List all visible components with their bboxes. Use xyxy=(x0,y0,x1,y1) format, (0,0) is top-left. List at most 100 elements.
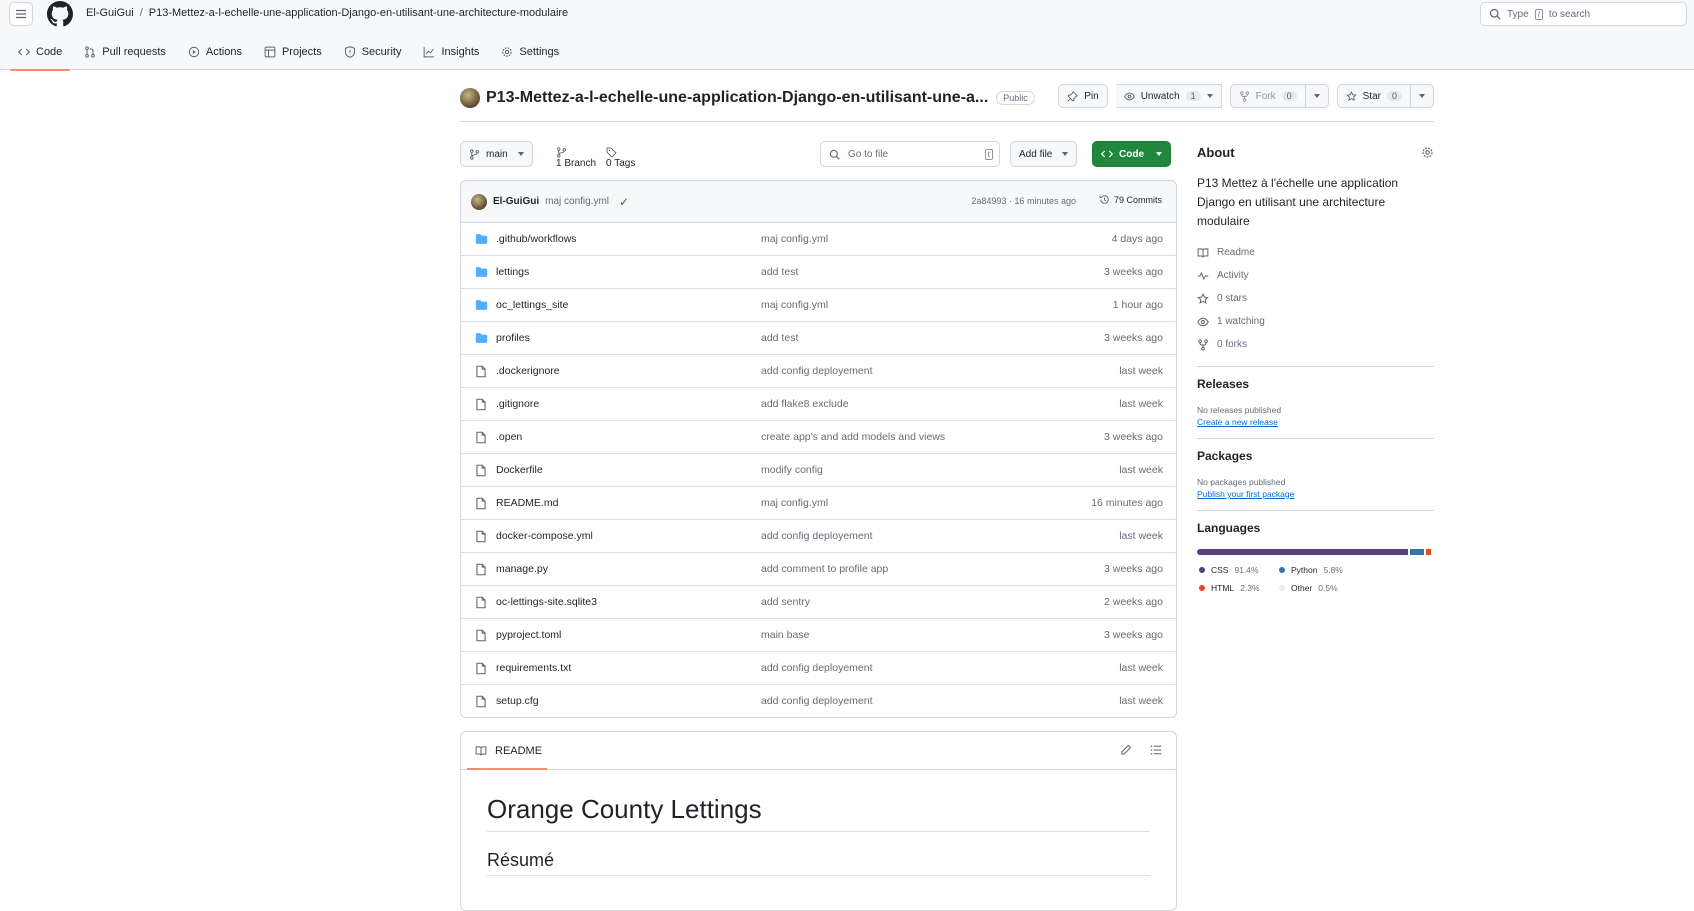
avatar[interactable] xyxy=(471,193,487,210)
file-commit-message[interactable]: add test xyxy=(761,266,798,278)
file-commit-message[interactable]: add config deployement xyxy=(761,695,873,707)
tags-link[interactable]: 0 Tags xyxy=(606,147,635,169)
language-item[interactable]: Other 0.5% xyxy=(1279,583,1359,593)
language-item[interactable]: HTML 2.3% xyxy=(1199,583,1279,593)
file-commit-message[interactable]: maj config.yml xyxy=(761,497,828,509)
owner-link[interactable]: El-GuiGui xyxy=(86,7,134,19)
github-logo-icon[interactable] xyxy=(47,1,73,27)
file-name[interactable]: requirements.txt xyxy=(496,662,571,674)
tab-security[interactable]: Security xyxy=(336,40,410,64)
commits-link[interactable]: 79 Commits xyxy=(1099,194,1162,205)
file-name[interactable]: profiles xyxy=(496,332,530,344)
table-row[interactable]: oc-lettings-site.sqlite3 add sentry 2 week… xyxy=(461,586,1176,619)
language-item[interactable]: CSS 91.4% xyxy=(1199,565,1279,575)
table-row[interactable]: pyproject.toml main base 3 weeks ago xyxy=(461,619,1176,652)
forks-link[interactable]: 0 forks xyxy=(1197,333,1434,356)
owner-avatar[interactable] xyxy=(460,88,480,108)
file-name[interactable]: .github/workflows xyxy=(496,233,577,245)
table-row[interactable]: setup.cfg add config deployement last week xyxy=(461,685,1176,717)
table-row[interactable]: profiles add test 3 weeks ago xyxy=(461,322,1176,355)
file-commit-message[interactable]: modify config xyxy=(761,464,823,476)
file-name[interactable]: docker-compose.yml xyxy=(496,530,593,542)
create-release-link[interactable]: Create a new release xyxy=(1197,417,1278,427)
table-row[interactable]: .dockerignore add config deployement last … xyxy=(461,355,1176,388)
language-item[interactable]: Python 5.8% xyxy=(1279,565,1359,575)
star-dropdown-button[interactable] xyxy=(1411,84,1434,108)
pencil-icon[interactable] xyxy=(1120,744,1132,756)
list-unordered-icon[interactable] xyxy=(1150,744,1162,756)
fork-dropdown-button[interactable] xyxy=(1305,84,1329,108)
file-name[interactable]: lettings xyxy=(496,266,529,278)
meta-label: 0 forks xyxy=(1217,339,1248,350)
graph-icon xyxy=(424,47,435,58)
table-row[interactable]: .github/workflows maj config.yml 4 days ag… xyxy=(461,223,1176,256)
tab-actions[interactable]: Actions xyxy=(180,40,250,64)
table-row[interactable]: requirements.txt add config deployement la… xyxy=(461,652,1176,685)
commit-message[interactable]: maj config.yml xyxy=(545,196,609,207)
file-commit-message[interactable]: add config deployement xyxy=(761,530,873,542)
refs-summary: 1 Branch 0 Tags xyxy=(556,147,635,169)
file-commit-message[interactable]: maj config.yml xyxy=(761,299,828,311)
stars-link[interactable]: 0 stars xyxy=(1197,287,1434,310)
tab-pull-requests[interactable]: Pull requests xyxy=(76,40,174,64)
repo-link[interactable]: P13-Mettez-a-l-echelle-une-application-D… xyxy=(149,7,568,19)
watchers-link[interactable]: 1 watching xyxy=(1197,310,1434,333)
add-file-button[interactable]: Add file xyxy=(1010,141,1078,167)
tab-settings[interactable]: Settings xyxy=(493,40,567,64)
file-name[interactable]: Dockerfile xyxy=(496,464,543,476)
publish-package-link[interactable]: Publish your first package xyxy=(1197,489,1294,499)
fork-button[interactable]: Fork 0 xyxy=(1229,84,1306,108)
file-name[interactable]: oc-lettings-site.sqlite3 xyxy=(496,596,597,608)
tab-code[interactable]: Code xyxy=(10,40,71,71)
tab-insights[interactable]: Insights xyxy=(415,40,487,64)
star-button[interactable]: Star 0 xyxy=(1336,84,1411,108)
table-row[interactable]: docker-compose.yml add config deployement… xyxy=(461,520,1176,553)
branches-link[interactable]: 1 Branch xyxy=(556,147,596,169)
pin-button[interactable]: Pin xyxy=(1058,84,1108,108)
file-commit-message[interactable]: main base xyxy=(761,629,809,641)
code-icon xyxy=(1101,150,1113,158)
go-to-file-input[interactable]: Go to file t xyxy=(820,141,1000,167)
commit-author[interactable]: El-GuiGui xyxy=(493,196,539,207)
readme-tab[interactable]: README xyxy=(495,745,542,757)
activity-link[interactable]: Activity xyxy=(1197,264,1434,287)
table-row[interactable]: manage.py add comment to profile app 3 wee… xyxy=(461,553,1176,586)
file-commit-message[interactable]: add test xyxy=(761,332,798,344)
file-commit-message[interactable]: add comment to profile app xyxy=(761,563,888,575)
tab-projects[interactable]: Projects xyxy=(256,40,330,64)
file-commit-message[interactable]: create app's and add models and views xyxy=(761,431,945,443)
readme-link[interactable]: Readme xyxy=(1197,241,1434,264)
table-row[interactable]: .open create app's and add models and vie… xyxy=(461,421,1176,454)
releases-title[interactable]: Releases xyxy=(1197,377,1434,391)
file-name[interactable]: oc_lettings_site xyxy=(496,299,568,311)
branches-count: 1 Branch xyxy=(556,158,597,169)
file-commit-message[interactable]: add sentry xyxy=(761,596,810,608)
file-name[interactable]: .gitignore xyxy=(496,398,539,410)
table-row[interactable]: lettings add test 3 weeks ago xyxy=(461,256,1176,289)
file-commit-message[interactable]: add config deployement xyxy=(761,365,873,377)
code-button[interactable]: Code xyxy=(1092,141,1171,167)
file-name[interactable]: setup.cfg xyxy=(496,695,539,707)
file-commit-message[interactable]: add config deployement xyxy=(761,662,873,674)
commit-meta[interactable]: 2a84993 · 16 minutes ago xyxy=(971,196,1076,206)
file-name[interactable]: .open xyxy=(496,431,522,443)
table-row[interactable]: Dockerfile modify config last week xyxy=(461,454,1176,487)
branch-select-button[interactable]: main xyxy=(460,141,533,167)
file-name[interactable]: README.md xyxy=(496,497,558,509)
file-name[interactable]: pyproject.toml xyxy=(496,629,561,641)
file-commit-message[interactable]: maj config.yml xyxy=(761,233,828,245)
packages-title[interactable]: Packages xyxy=(1197,449,1434,463)
file-name[interactable]: .dockerignore xyxy=(496,365,560,377)
repo-title[interactable]: P13-Mettez-a-l-echelle-une-application-D… xyxy=(486,89,988,107)
gear-icon[interactable] xyxy=(1421,146,1434,159)
file-name[interactable]: manage.py xyxy=(496,563,548,575)
table-row[interactable]: README.md maj config.yml 16 minutes ago xyxy=(461,487,1176,520)
menu-button[interactable] xyxy=(9,2,33,26)
table-row[interactable]: oc_lettings_site maj config.yml 1 hour ago xyxy=(461,289,1176,322)
unwatch-button[interactable]: Unwatch 1 xyxy=(1115,84,1222,108)
packages-empty: No packages published xyxy=(1197,477,1286,487)
search-input[interactable]: Type / to search xyxy=(1480,2,1687,26)
check-icon[interactable]: ✓ xyxy=(619,195,629,209)
table-row[interactable]: .gitignore add flake8 exclude last week xyxy=(461,388,1176,421)
file-commit-message[interactable]: add flake8 exclude xyxy=(761,398,849,410)
